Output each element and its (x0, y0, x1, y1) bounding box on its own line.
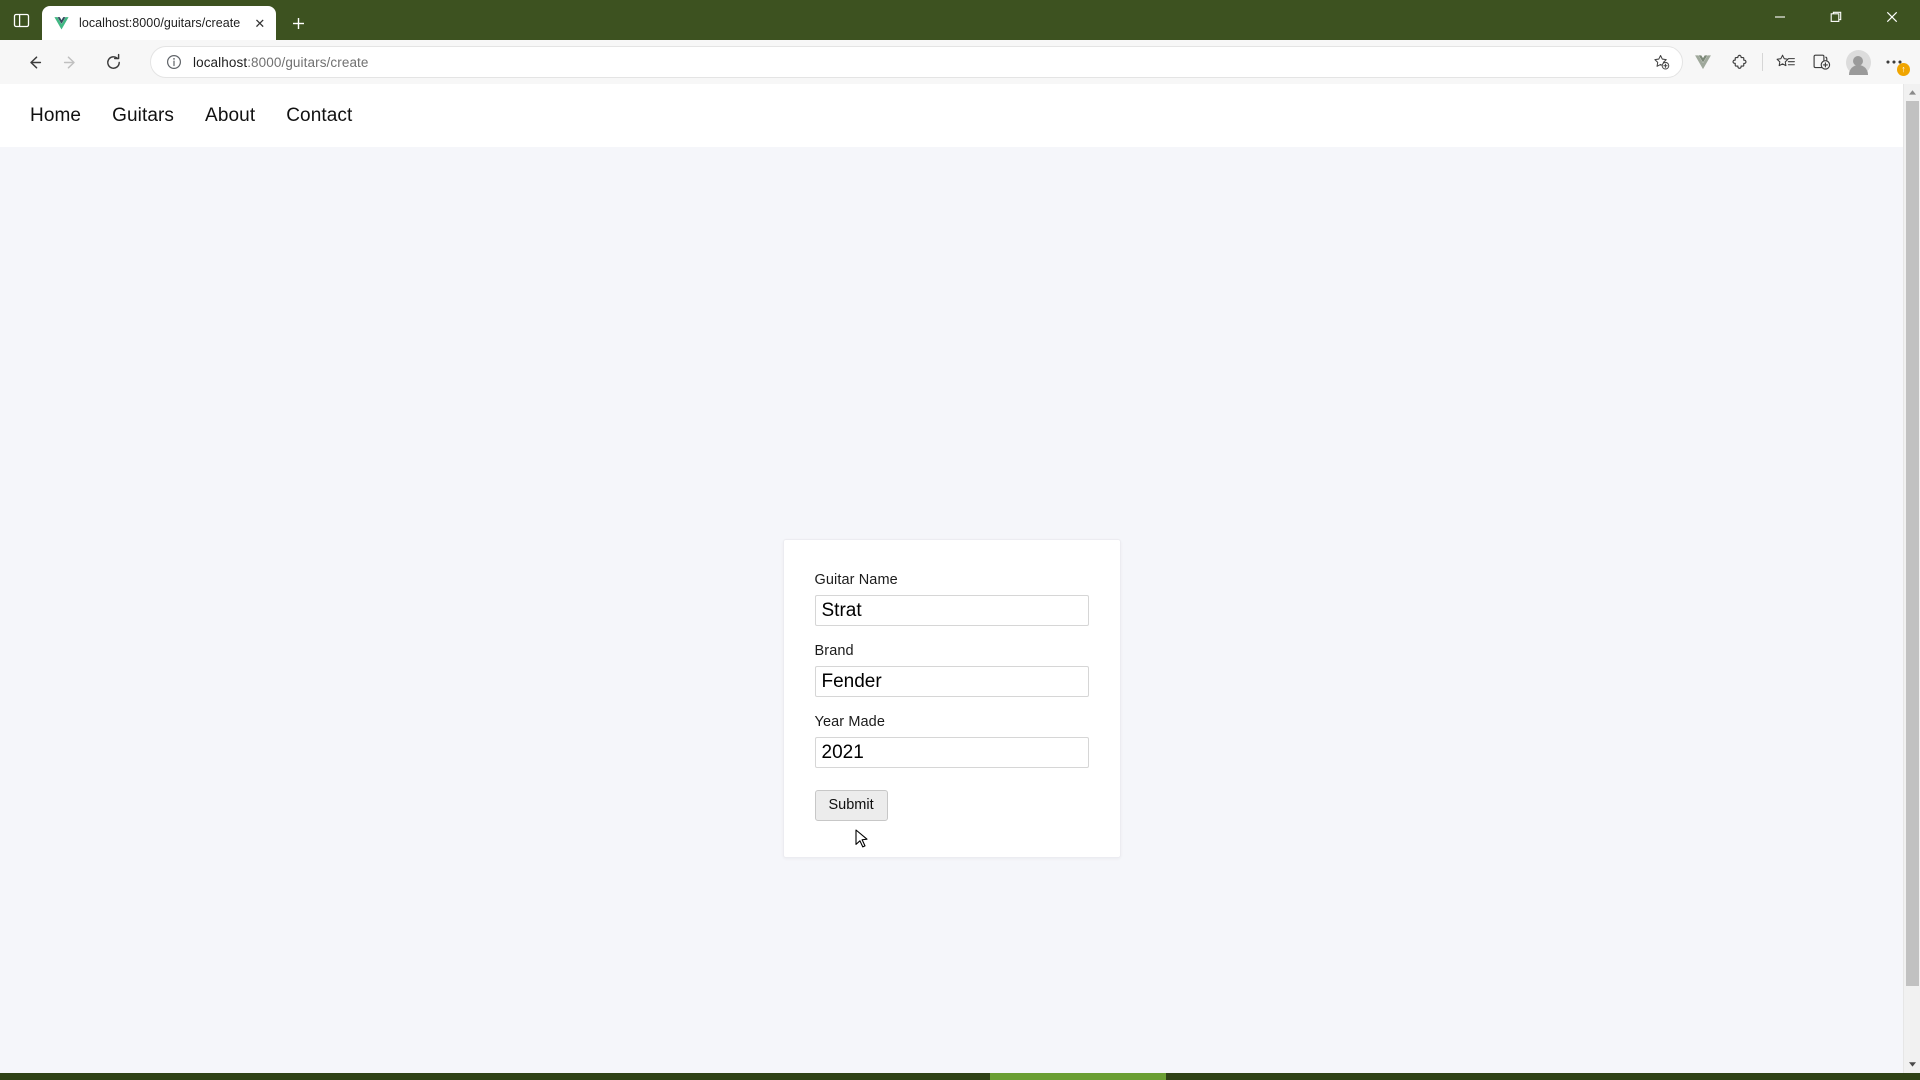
arrow-right-icon (63, 55, 75, 69)
browser-window: localhost:8000/guitars/create ✕ localhos… (0, 0, 1920, 1080)
extensions-button[interactable] (1721, 45, 1757, 79)
tab-title: localhost:8000/guitars/create (79, 16, 241, 30)
browser-toolbar: localhost:8000/guitars/create ↑ (0, 40, 1920, 84)
field-guitar-name: Guitar Name (814, 572, 1089, 626)
vue-devtools-icon (1695, 55, 1711, 70)
browser-tab[interactable]: localhost:8000/guitars/create ✕ (42, 6, 277, 40)
settings-menu-button[interactable]: ↑ (1876, 45, 1912, 79)
profile-button[interactable] (1840, 45, 1876, 79)
label-year-made: Year Made (814, 714, 885, 730)
close-icon (1886, 11, 1898, 23)
add-favorite-button[interactable] (1646, 48, 1676, 76)
nav-link-contact[interactable]: Contact (286, 105, 352, 127)
form-container: Guitar Name Brand Year Made Submit (0, 147, 1903, 858)
maximize-button[interactable] (1808, 0, 1864, 34)
update-available-badge: ↑ (1897, 63, 1910, 76)
url-text: localhost:8000/guitars/create (193, 55, 1646, 70)
guitar-create-card: Guitar Name Brand Year Made Submit (782, 539, 1121, 858)
profile-avatar-icon (1845, 49, 1871, 75)
url-path: :8000/guitars/create (247, 54, 369, 70)
favorites-star-list-icon (1776, 54, 1795, 66)
collections-add-icon (1813, 54, 1831, 70)
address-bar[interactable]: localhost:8000/guitars/create (150, 46, 1683, 78)
nav-link-home[interactable]: Home (30, 105, 81, 127)
split-pane-icon (13, 12, 30, 29)
close-window-button[interactable] (1864, 0, 1920, 34)
maximize-icon (1830, 11, 1842, 22)
year-made-input[interactable] (814, 737, 1089, 768)
scrollbar-track[interactable] (1904, 101, 1920, 1056)
field-year-made: Year Made (814, 714, 1089, 768)
tab-strip: localhost:8000/guitars/create ✕ (0, 0, 1920, 40)
page-scrollbar[interactable] (1903, 84, 1920, 1073)
nav-link-about[interactable]: About (205, 105, 255, 127)
star-add-icon (1653, 54, 1669, 70)
scrollbar-up-arrow[interactable] (1904, 84, 1920, 101)
web-page: Home Guitars About Contact Guitar Name B… (0, 84, 1903, 1073)
scrollbar-down-arrow[interactable] (1904, 1056, 1920, 1073)
back-button[interactable] (16, 45, 52, 79)
info-circle-icon[interactable] (163, 51, 185, 73)
reload-icon (106, 53, 120, 69)
window-controls (1752, 0, 1920, 40)
brand-input[interactable] (814, 666, 1089, 697)
toolbar-divider (1762, 53, 1763, 71)
reload-button[interactable] (95, 45, 131, 79)
os-taskbar (0, 1073, 1920, 1080)
favorites-button[interactable] (1768, 45, 1804, 79)
chevron-down-icon (1908, 1062, 1916, 1067)
label-guitar-name: Guitar Name (814, 572, 898, 588)
chevron-up-icon (1908, 90, 1916, 95)
new-tab-button[interactable] (281, 6, 315, 40)
toolbar-icons: ↑ (1685, 45, 1912, 79)
minimize-icon (1775, 16, 1785, 18)
tab-close-button[interactable]: ✕ (249, 13, 270, 34)
collections-button[interactable] (1804, 45, 1840, 79)
arrow-left-icon (29, 55, 41, 69)
submit-button[interactable]: Submit (814, 790, 888, 821)
browser-viewport: Home Guitars About Contact Guitar Name B… (0, 84, 1920, 1073)
scrollbar-thumb[interactable] (1905, 101, 1919, 986)
vue-logo-icon (53, 15, 70, 32)
nav-link-guitars[interactable]: Guitars (112, 105, 174, 127)
site-navigation: Home Guitars About Contact (0, 84, 1903, 147)
vue-devtools-button[interactable] (1685, 45, 1721, 79)
taskbar-active-indicator (990, 1073, 1166, 1080)
extensions-puzzle-icon (1732, 54, 1746, 69)
forward-button[interactable] (52, 45, 88, 79)
guitar-name-input[interactable] (814, 595, 1089, 626)
plus-icon (292, 17, 304, 29)
minimize-button[interactable] (1752, 0, 1808, 34)
tab-manager-button[interactable] (0, 0, 42, 40)
field-brand: Brand (814, 643, 1089, 697)
label-brand: Brand (814, 643, 854, 659)
url-host: localhost (193, 54, 248, 70)
